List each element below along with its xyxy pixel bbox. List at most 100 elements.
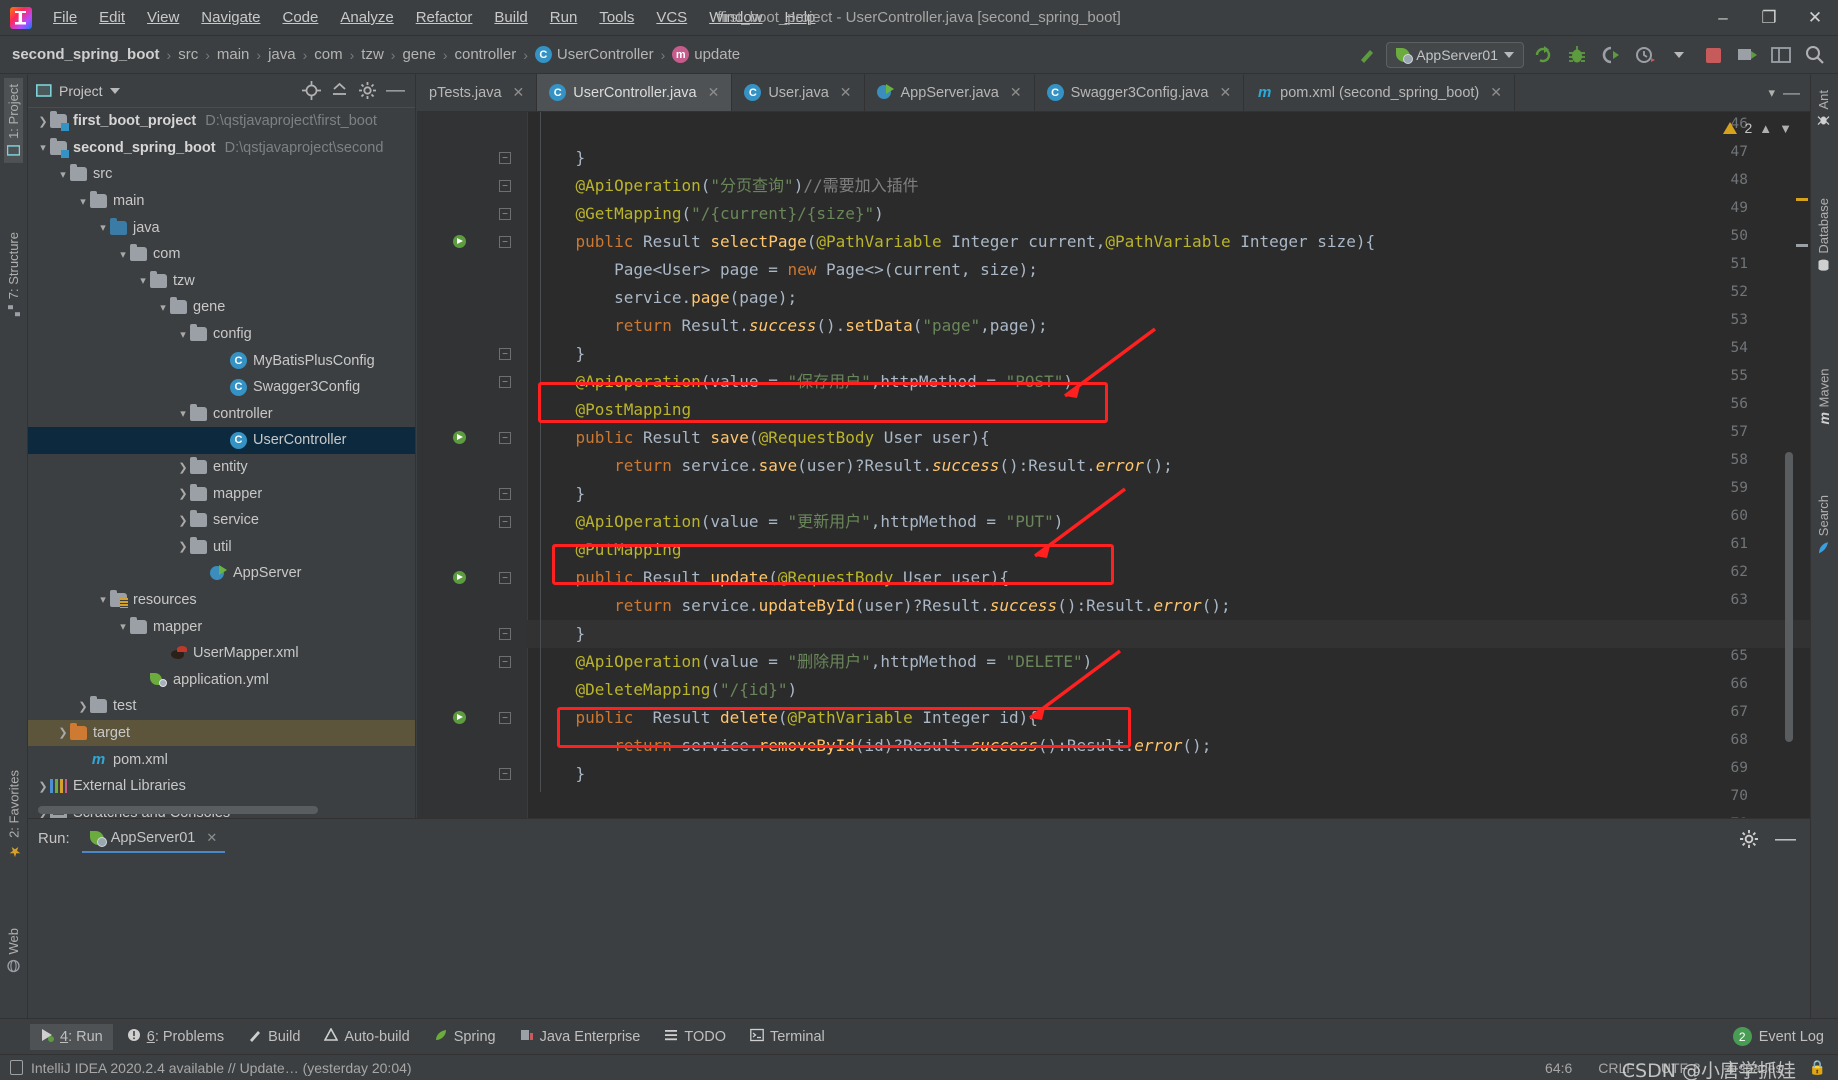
gutter-run-icon[interactable] xyxy=(453,431,467,445)
hide-panel-icon[interactable]: — xyxy=(1775,828,1796,849)
chevron-down-icon[interactable]: ▾ xyxy=(76,194,90,208)
tree-item-gene[interactable]: ▾ gene xyxy=(28,294,415,321)
error-stripe-mark[interactable] xyxy=(1796,198,1808,201)
gutter-run-icon[interactable] xyxy=(453,711,467,725)
event-log-button[interactable]: 2 Event Log xyxy=(1732,1027,1838,1046)
breadcrumb-tzw[interactable]: tzw xyxy=(361,46,384,63)
settings-gear-icon[interactable] xyxy=(358,81,377,100)
code-fold-toggle-icon[interactable]: − xyxy=(499,768,511,780)
tool-window-button-todo[interactable]: TODO xyxy=(654,1024,736,1050)
editor-tab-user-java[interactable]: C User.java ✕ xyxy=(732,74,865,111)
menu-edit[interactable]: Edit xyxy=(88,7,136,28)
sidebar-item-database[interactable]: Database xyxy=(1814,192,1833,278)
chevron-down-icon[interactable]: ▾ xyxy=(136,274,150,288)
code-fold-toggle-icon[interactable]: − xyxy=(499,348,511,360)
sidebar-item-maven[interactable]: m Maven xyxy=(1814,362,1834,430)
chevron-down-icon[interactable]: ▾ xyxy=(116,247,130,261)
tree-item-usercontroller[interactable]: C UserController xyxy=(28,427,415,454)
tree-item-entity[interactable]: ❯ entity xyxy=(28,454,415,481)
tool-window-button-terminal[interactable]: Terminal xyxy=(740,1024,835,1050)
tree-item-mapper[interactable]: ▾ mapper xyxy=(28,613,415,640)
chevron-down-icon[interactable] xyxy=(1664,40,1694,70)
breadcrumb-second-spring-boot[interactable]: second_spring_boot xyxy=(12,46,160,63)
chevron-down-icon[interactable]: ▾ xyxy=(1768,85,1775,101)
gutter-run-icon[interactable] xyxy=(453,235,467,249)
profiler-icon[interactable] xyxy=(1630,40,1660,70)
tree-item-service[interactable]: ❯ service xyxy=(28,507,415,534)
inspection-widget[interactable]: 2 ▲ ▼ xyxy=(1723,120,1792,136)
chevron-right-icon[interactable]: ❯ xyxy=(56,726,70,740)
source-code[interactable]: } @ApiOperation("分页查询")//需要加入插件 @GetMapp… xyxy=(537,112,1810,818)
stop-icon[interactable] xyxy=(1698,40,1728,70)
close-button[interactable]: ✕ xyxy=(1792,0,1838,36)
editor-vertical-scrollbar[interactable] xyxy=(1785,452,1793,742)
close-icon[interactable]: ✕ xyxy=(1219,84,1231,101)
chevron-down-icon[interactable]: ▾ xyxy=(176,327,190,341)
tree-item-application-yml[interactable]: application.yml xyxy=(28,666,415,693)
code-fold-toggle-icon[interactable]: − xyxy=(499,516,511,528)
breadcrumb-main[interactable]: main xyxy=(217,46,250,63)
tree-item-java[interactable]: ▾ java xyxy=(28,214,415,241)
chevron-right-icon[interactable]: ❯ xyxy=(176,460,190,474)
chevron-right-icon[interactable]: ❯ xyxy=(176,513,190,527)
project-horizontal-scrollbar[interactable] xyxy=(38,806,318,814)
close-icon[interactable]: ✕ xyxy=(206,830,217,846)
menu-view[interactable]: View xyxy=(136,7,190,28)
code-fold-toggle-icon[interactable]: − xyxy=(499,712,511,724)
tree-item-swagger3config[interactable]: C Swagger3Config xyxy=(28,374,415,401)
chevron-down-icon[interactable]: ▼ xyxy=(1779,121,1792,136)
code-fold-toggle-icon[interactable]: − xyxy=(499,432,511,444)
run-tab-appserver01[interactable]: AppServer01 ✕ xyxy=(81,825,226,853)
chevron-right-icon[interactable]: ❯ xyxy=(76,699,90,713)
tree-item-tzw[interactable]: ▾ tzw xyxy=(28,268,415,295)
close-icon[interactable]: ✕ xyxy=(840,84,852,101)
editor-tab-swagger3config-java[interactable]: C Swagger3Config.java ✕ xyxy=(1035,74,1245,111)
tool-window-button-auto-build[interactable]: Auto-build xyxy=(314,1024,419,1050)
editor-tab-pom-xml-second-spring-boot-[interactable]: m pom.xml (second_spring_boot) ✕ xyxy=(1244,74,1515,111)
editor-tab-appserver-java[interactable]: AppServer.java ✕ xyxy=(865,74,1035,111)
tree-item-src[interactable]: ▾ src xyxy=(28,161,415,188)
menu-build[interactable]: Build xyxy=(483,7,538,28)
tree-item-appserver[interactable]: AppServer xyxy=(28,560,415,587)
tree-item-main[interactable]: ▾ main xyxy=(28,188,415,215)
tree-item-controller[interactable]: ▾ controller xyxy=(28,401,415,428)
tree-item-util[interactable]: ❯ util xyxy=(28,534,415,561)
code-fold-toggle-icon[interactable]: − xyxy=(499,488,511,500)
close-icon[interactable]: ✕ xyxy=(708,84,720,101)
chevron-right-icon[interactable]: ❯ xyxy=(36,114,50,128)
menu-file[interactable]: File xyxy=(42,7,88,28)
code-editor[interactable]: 46 47−48−49−50−51 52 53 54−55−56 57−58 59−60−6… xyxy=(417,112,1810,818)
build-hammer-icon[interactable] xyxy=(1352,40,1382,70)
breadcrumb-java[interactable]: java xyxy=(268,46,296,63)
editor-tabs[interactable]: pTests.java ✕ C UserController.java ✕ C User.j… xyxy=(417,74,1810,112)
tree-item-resources[interactable]: ▾ resources xyxy=(28,587,415,614)
debug-icon[interactable] xyxy=(1562,40,1592,70)
code-fold-toggle-icon[interactable]: − xyxy=(499,236,511,248)
menu-navigate[interactable]: Navigate xyxy=(190,7,271,28)
project-tree[interactable]: ❯ first_boot_project D:\qstjavaproject\fir… xyxy=(28,108,415,818)
sidebar-item-ant[interactable]: Ant xyxy=(1814,84,1833,134)
sidebar-item-project[interactable]: 1: Project xyxy=(4,78,23,163)
code-fold-toggle-icon[interactable]: − xyxy=(499,376,511,388)
tree-item-target[interactable]: ❯ target xyxy=(28,719,415,747)
chevron-down-icon[interactable]: ▾ xyxy=(116,620,130,634)
code-fold-toggle-icon[interactable]: − xyxy=(499,180,511,192)
editor-tab-usercontroller-java[interactable]: C UserController.java ✕ xyxy=(537,74,733,111)
tree-item-mybatisplusconfig[interactable]: C MyBatisPlusConfig xyxy=(28,347,415,374)
tree-item-com[interactable]: ▾ com xyxy=(28,241,415,268)
tree-item-external-libraries[interactable]: ❯ External Libraries xyxy=(28,773,415,800)
update-app-icon[interactable] xyxy=(1732,40,1762,70)
menu-refactor[interactable]: Refactor xyxy=(405,7,484,28)
tool-window-button-4-run[interactable]: 4: Run xyxy=(30,1023,113,1050)
hide-panel-icon[interactable]: — xyxy=(1783,84,1800,101)
menu-run[interactable]: Run xyxy=(539,7,589,28)
locate-icon[interactable] xyxy=(302,81,321,100)
chevron-up-icon[interactable]: ▲ xyxy=(1759,121,1772,136)
breadcrumb-gene[interactable]: gene xyxy=(402,46,435,63)
chevron-down-icon[interactable]: ▾ xyxy=(96,221,110,235)
sidebar-item-favorites[interactable]: ★ 2: Favorites xyxy=(4,764,24,865)
chevron-down-icon[interactable]: ▾ xyxy=(96,593,110,607)
collapse-all-icon[interactable] xyxy=(330,81,349,100)
run-with-coverage-icon[interactable] xyxy=(1596,40,1626,70)
breadcrumb-src[interactable]: src xyxy=(178,46,198,63)
